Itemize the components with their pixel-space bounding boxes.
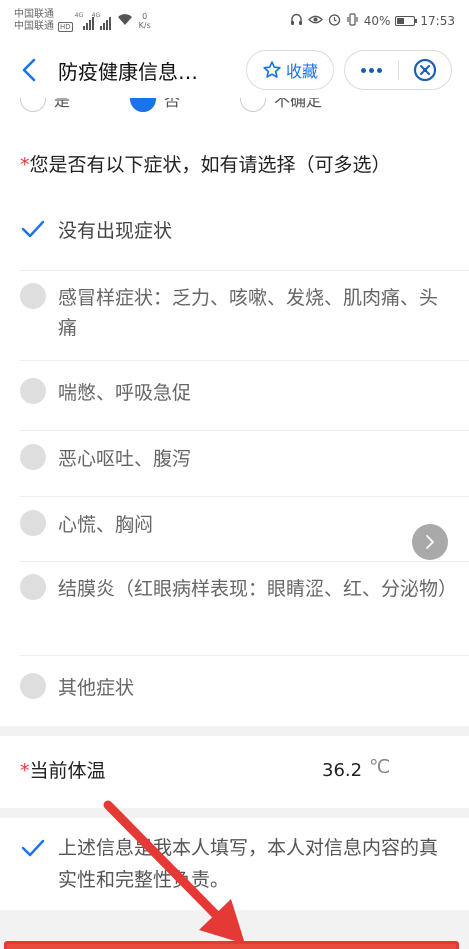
radio-option-yes[interactable]: 是 <box>20 98 70 112</box>
symptoms-section: *您是否有以下症状，如有请选择（可多选） 没有出现症状 感冒样症状：乏力、咳嗽、… <box>0 128 469 726</box>
checkbox-unchecked-icon <box>20 283 46 309</box>
checkbox-checked-icon <box>20 835 46 861</box>
alarm-icon <box>328 13 341 29</box>
temperature-unit: ℃ <box>369 756 391 778</box>
option-label: 结膜炎（红眼病样表现：眼睛涩、红、分泌物） <box>58 578 458 600</box>
eye-icon <box>307 14 323 28</box>
option-label: 喘憋、呼吸急促 <box>58 382 192 404</box>
carrier-2: 中国联通 <box>14 21 54 32</box>
declaration-text: 上述信息是我本人填写，本人对信息内容的真实性和完整性负责。 <box>58 837 439 891</box>
battery-icon <box>395 16 418 26</box>
close-circle-icon <box>413 58 436 82</box>
required-mark: * <box>20 760 30 782</box>
declaration-checkbox[interactable]: 上述信息是我本人填写，本人对信息内容的真实性和完整性负责。 <box>20 832 449 896</box>
symptom-option-palpitation[interactable]: 心慌、胸闷 <box>20 510 469 562</box>
page-title: 防疫健康信息… <box>58 59 198 84</box>
floating-next-button[interactable] <box>412 524 448 560</box>
declaration-section: 上述信息是我本人填写，本人对信息内容的真实性和完整性负责。 <box>0 818 469 910</box>
required-mark: * <box>20 154 30 176</box>
radio-circle-icon <box>20 98 46 112</box>
submit-button[interactable] <box>4 941 459 949</box>
vibrate-icon <box>346 13 359 29</box>
checkbox-checked-icon <box>20 216 46 242</box>
symptoms-question: *您是否有以下症状，如有请选择（可多选） <box>20 154 391 176</box>
checkbox-unchecked-icon <box>20 510 46 536</box>
option-label: 恶心呕吐、腹泻 <box>58 448 192 470</box>
symptom-option-other[interactable]: 其他症状 <box>20 673 469 726</box>
symptom-option-nausea[interactable]: 恶心呕吐、腹泻 <box>20 444 469 497</box>
navigation-bar: 防疫健康信息… 收藏 <box>0 42 469 98</box>
status-bar: 中国联通 中国联通 HD 4G 4G 0 K/s 40% 17:53 <box>0 0 469 42</box>
close-button[interactable] <box>399 57 452 83</box>
chevron-left-icon <box>22 58 36 82</box>
headphone-icon <box>290 13 303 29</box>
symptom-option-breathing[interactable]: 喘憋、呼吸急促 <box>20 378 469 431</box>
temperature-label: *当前体温 <box>20 760 106 782</box>
more-dots-icon <box>360 67 366 73</box>
hd-badge: HD <box>58 22 73 32</box>
status-right-group: 40% 17:53 <box>290 13 455 29</box>
favorite-button[interactable]: 收藏 <box>246 50 334 90</box>
checkbox-unchecked-icon <box>20 378 46 404</box>
temperature-section: *当前体温 36.2 ℃ <box>0 736 469 808</box>
favorite-label: 收藏 <box>285 62 318 81</box>
symptom-option-cold[interactable]: 感冒样症状：乏力、咳嗽、发烧、肌肉痛、头痛 <box>20 283 469 361</box>
status-time: 17:53 <box>420 14 455 28</box>
checkbox-unchecked-icon <box>20 574 46 600</box>
option-label: 感冒样症状：乏力、咳嗽、发烧、肌肉痛、头痛 <box>58 287 439 339</box>
option-label: 心慌、胸闷 <box>58 514 154 536</box>
mini-program-capsule <box>344 50 452 90</box>
more-button[interactable] <box>345 67 398 73</box>
previous-question-options: 是 否 不确定 <box>0 98 469 128</box>
battery-percent: 40% <box>363 14 391 28</box>
radio-circle-icon <box>240 98 266 112</box>
chevron-right-icon <box>426 535 434 549</box>
symptom-option-conjunctivitis[interactable]: 结膜炎（红眼病样表现：眼睛涩、红、分泌物） <box>20 574 469 656</box>
wifi-icon <box>117 13 133 30</box>
symptom-option-none[interactable]: 没有出现症状 <box>20 216 469 271</box>
checkbox-unchecked-icon <box>20 673 46 699</box>
carrier-info: 中国联通 中国联通 HD <box>14 9 73 33</box>
radio-option-unsure[interactable]: 不确定 <box>240 98 322 112</box>
option-label: 没有出现症状 <box>58 220 173 242</box>
radio-option-no[interactable]: 否 <box>130 98 180 112</box>
temperature-input[interactable]: 36.2 <box>322 760 362 781</box>
radio-selected-icon <box>130 98 156 112</box>
signal-indicators: 4G 4G <box>75 12 133 30</box>
star-icon <box>263 61 281 78</box>
option-label: 其他症状 <box>58 677 135 699</box>
net-speed: 0 K/s <box>138 12 151 30</box>
form-content: 是 否 不确定 *您是否有以下症状，如有请选择（可多选） 没有出现症状 感冒样症… <box>0 98 469 949</box>
checkbox-unchecked-icon <box>20 444 46 470</box>
back-button[interactable] <box>12 50 46 90</box>
carrier-1: 中国联通 <box>14 9 54 20</box>
signal-2-icon: 4G <box>92 12 111 30</box>
